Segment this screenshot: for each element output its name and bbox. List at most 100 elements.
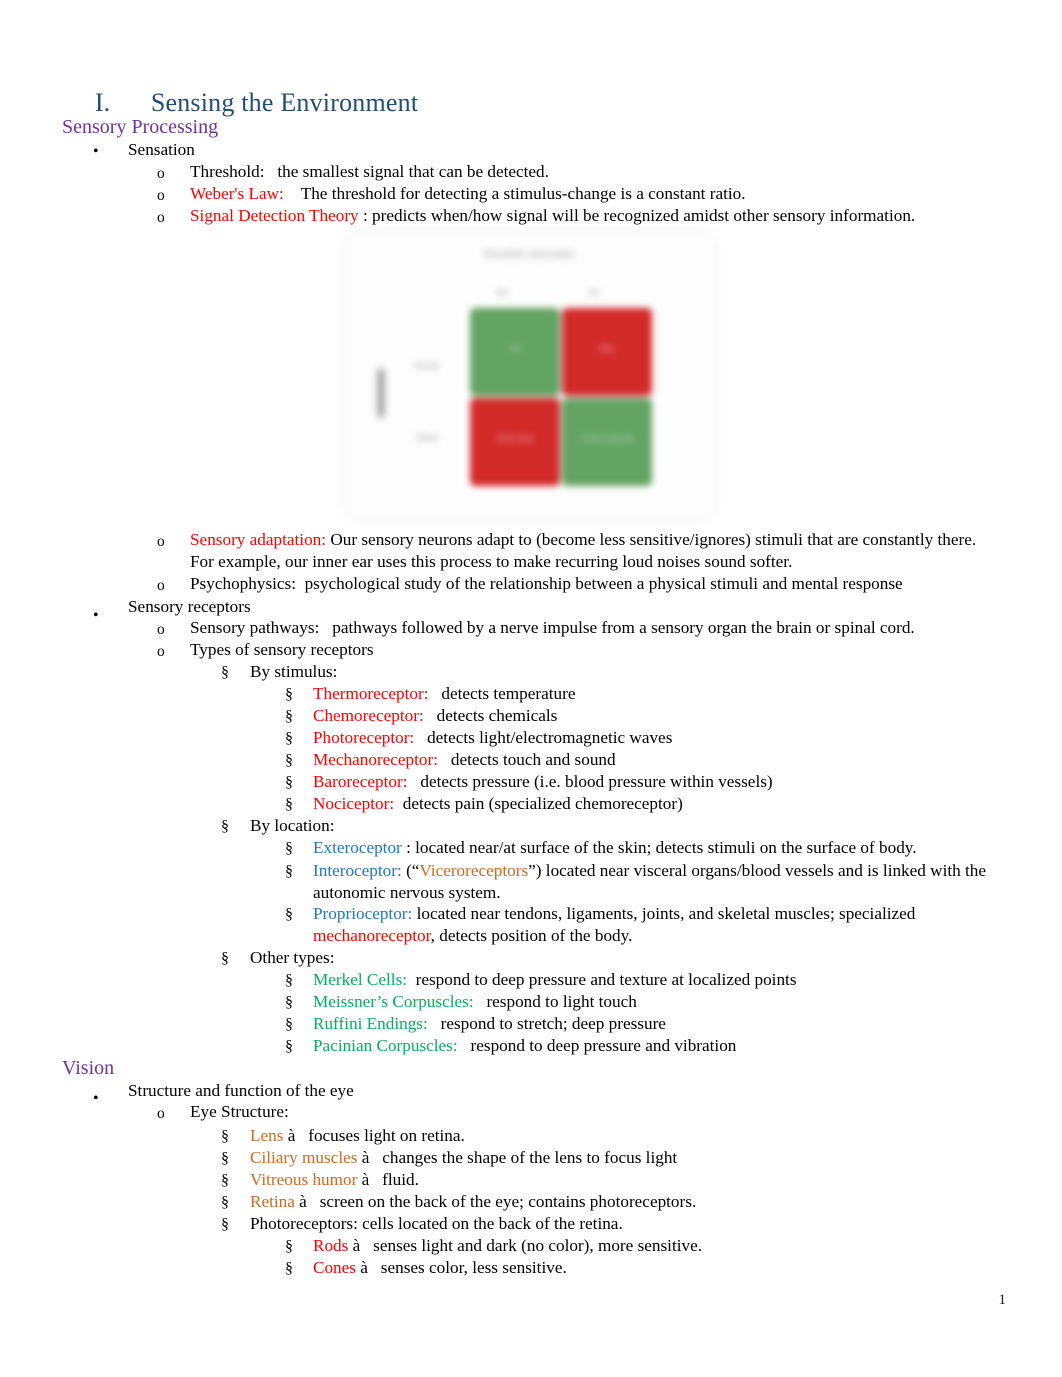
figure-quadrant-correct-rejection: Correct rejection (562, 398, 652, 486)
list-item-rods: Rods à senses light and dark (no color),… (313, 1235, 702, 1257)
ciliary-muscles-term: Ciliary muscles (250, 1148, 358, 1167)
baroreceptor-term: Baroreceptor: (313, 772, 408, 791)
section-marker: § (285, 686, 293, 703)
list-item-nociceptor: Nociceptor: detects pain (specialized ch… (313, 793, 683, 815)
section-marker: § (221, 1194, 229, 1211)
bullet-marker: • (93, 1090, 99, 1107)
figure-quadrant-miss: Miss (562, 308, 652, 396)
list-item-pacinian-corpuscles: Pacinian Corpuscles: respond to deep pre… (313, 1035, 736, 1057)
ruffini-endings-term: Ruffini Endings: (313, 1014, 428, 1033)
document-page: I. Sensing the Environment Sensory Proces… (0, 0, 1062, 1377)
list-item-structure-function-eye: Structure and function of the eye (128, 1081, 354, 1100)
list-item-interoceptor: Interoceptor: (“Viceroreceptors”) locate… (313, 860, 1003, 904)
list-item-by-stimulus: By stimulus: (250, 662, 338, 681)
section-marker: § (285, 972, 293, 989)
threshold-definition: the smallest signal that can be detected… (264, 162, 549, 181)
sensory-adaptation-term: Sensory adaptation: (190, 530, 327, 549)
figure-column-header-yes: Yes (496, 288, 508, 297)
section-marker: § (285, 994, 293, 1011)
list-item-by-location: By location: (250, 816, 335, 835)
circle-marker: o (157, 577, 165, 594)
proprioceptor-definition-b: , detects position of the body. (430, 925, 633, 945)
nociceptor-definition: detects pain (specialized chemoreceptor) (394, 794, 683, 813)
list-item-signal-detection-theory: Signal Detection Theory : predicts when/… (190, 205, 915, 227)
webers-law-term: Weber's Law: (190, 184, 284, 203)
list-item-types-of-receptors: Types of sensory receptors (190, 640, 374, 659)
list-item-sensory-receptors: Sensory receptors (128, 597, 251, 616)
ciliary-muscles-definition: à changes the shape of the lens to focus… (357, 1148, 678, 1167)
figure-quadrant-label: False alarm (496, 434, 534, 443)
threshold-term: Threshold: (190, 162, 265, 181)
list-item-vitreous-humor: Vitreous humor à fluid. (250, 1169, 419, 1191)
sdt-definition: : predicts when/how signal will be recog… (358, 206, 916, 225)
section-marker: § (221, 818, 229, 835)
section-marker: § (285, 752, 293, 769)
list-item-retina: Retina à screen on the back of the eye; … (250, 1191, 696, 1213)
vitreous-humor-definition: à fluid. (357, 1170, 419, 1189)
list-item-exteroceptor: Exteroceptor : located near/at surface o… (313, 837, 917, 859)
section-heading-sensory-processing: Sensory Processing (62, 116, 219, 138)
circle-marker: o (157, 533, 165, 550)
section-marker: § (285, 1038, 293, 1055)
section-marker: § (285, 708, 293, 725)
list-item-other-types: Other types: (250, 948, 335, 967)
section-marker: § (285, 1260, 293, 1277)
list-item-threshold: Threshold: the smallest signal that can … (190, 161, 549, 183)
viceroreceptors-term: Viceroreceptors (419, 861, 529, 880)
list-item-psychophysics: Psychophysics: psychological study of th… (190, 574, 903, 593)
list-item-meissners-corpuscles: Meissner’s Corpuscles: respond to light … (313, 991, 637, 1013)
circle-marker: o (157, 187, 165, 204)
figure-title: Possible outcomes (484, 249, 576, 260)
figure-quadrant-label: Miss (599, 344, 615, 353)
figure-quadrant-false-alarm: False alarm (470, 398, 560, 486)
mechanoreceptor-term: Mechanoreceptor: (313, 750, 439, 769)
sdt-term: Signal Detection Theory (190, 206, 359, 225)
list-item-sensation: Sensation (128, 140, 195, 159)
circle-marker: o (157, 209, 165, 226)
ruffini-endings-definition: respond to stretch; deep pressure (427, 1014, 666, 1033)
section-marker: § (285, 730, 293, 747)
photoreceptor-term: Photoreceptor: (313, 728, 415, 747)
figure-row-header-present: Present (415, 361, 439, 370)
pacinian-corpuscles-definition: respond to deep pressure and vibration (457, 1036, 737, 1055)
list-item-eye-structure: Eye Structure: (190, 1102, 289, 1121)
list-item-sensory-adaptation: Sensory adaptation: Our sensory neurons … (190, 529, 1000, 573)
figure-quadrant-label: Hit (509, 344, 521, 353)
lens-definition: à focuses light on retina. (283, 1126, 465, 1145)
thermoreceptor-definition: detects temperature (428, 684, 576, 703)
list-item-chemoreceptor: Chemoreceptor: detects chemicals (313, 705, 557, 727)
section-marker: § (221, 1216, 229, 1233)
section-marker: § (221, 1128, 229, 1145)
rods-term: Rods (313, 1236, 349, 1255)
section-marker: § (285, 1238, 293, 1255)
chemoreceptor-definition: detects chemicals (423, 706, 558, 725)
figure-quadrant-hit: Hit (470, 308, 560, 396)
meissners-corpuscles-term: Meissner’s Corpuscles: (313, 992, 474, 1011)
list-item-sensory-pathways: Sensory pathways: pathways followed by a… (190, 618, 915, 637)
baroreceptor-definition: detects pressure (i.e. blood pressure wi… (407, 772, 773, 791)
circle-marker: o (157, 621, 165, 638)
section-marker: § (285, 796, 293, 813)
exteroceptor-term: Exteroceptor (313, 838, 402, 857)
list-item-ruffini-endings: Ruffini Endings: respond to stretch; dee… (313, 1013, 666, 1035)
retina-term: Retina (250, 1192, 295, 1211)
list-item-lens: Lens à focuses light on retina. (250, 1125, 465, 1147)
thermoreceptor-term: Thermoreceptor: (313, 684, 429, 703)
lens-term: Lens (250, 1126, 284, 1145)
retina-definition: à screen on the back of the eye; contain… (294, 1192, 697, 1211)
chemoreceptor-term: Chemoreceptor: (313, 706, 424, 725)
circle-marker: o (157, 1105, 165, 1122)
exteroceptor-definition: : located near/at surface of the skin; d… (401, 838, 917, 857)
figure-canvas: Possible outcomes Yes No Present Absent … (346, 233, 714, 518)
list-item-ciliary-muscles: Ciliary muscles à changes the shape of t… (250, 1147, 677, 1169)
list-item-proprioceptor: Proprioceptor: located near tendons, lig… (313, 903, 1003, 947)
signal-detection-matrix-figure: Possible outcomes Yes No Present Absent … (346, 233, 714, 518)
proprioceptor-definition-a: located near tendons, ligaments, joints,… (412, 904, 916, 923)
pacinian-corpuscles-term: Pacinian Corpuscles: (313, 1036, 458, 1055)
section-marker: § (221, 664, 229, 681)
proprioceptor-mechanoreceptor-highlight: mechanoreceptor (313, 925, 431, 945)
page-number: 1 (998, 1292, 1007, 1308)
list-item-photoreceptor: Photoreceptor: detects light/electromagn… (313, 727, 672, 749)
list-item-webers-law: Weber's Law: The threshold for detecting… (190, 183, 746, 205)
section-marker: § (285, 840, 293, 857)
